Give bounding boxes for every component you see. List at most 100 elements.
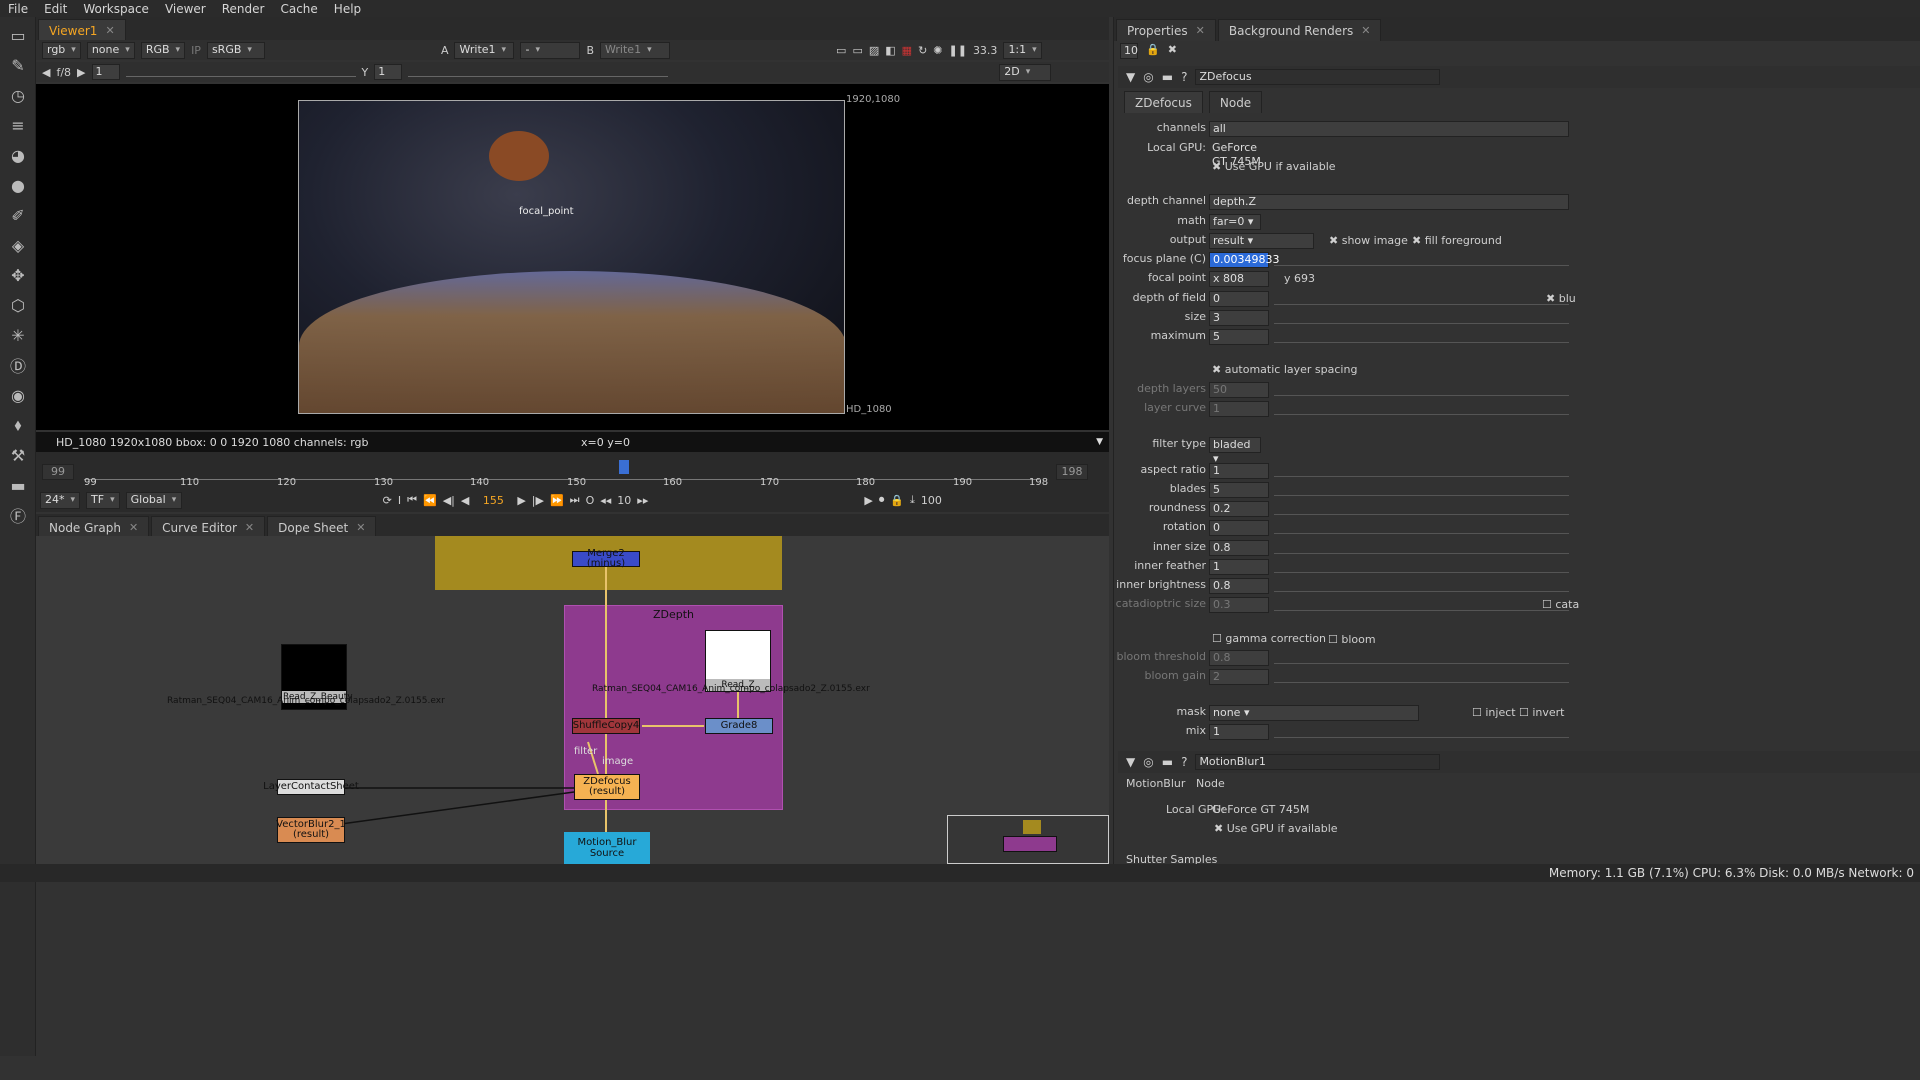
tab-node-graph[interactable]: Node Graph ✕	[38, 516, 150, 538]
fstop-left-icon[interactable]: ◀	[42, 66, 50, 79]
tab-zdefocus[interactable]: ZDefocus	[1124, 91, 1203, 113]
in-point-button[interactable]: I	[398, 494, 401, 507]
knob-slider[interactable]	[1274, 652, 1569, 664]
focal-point-label[interactable]: focal_point	[519, 206, 574, 217]
show-image-checkbox[interactable]: ✖ show image	[1329, 234, 1408, 247]
node-color-icon[interactable]: ▬	[1162, 70, 1173, 84]
focal-point-y[interactable]: y 693	[1284, 272, 1315, 285]
step-forward-icon[interactable]: ▸▸	[637, 494, 648, 507]
a-input-dropdown[interactable]: Write1	[454, 41, 515, 59]
knob-value[interactable]: 0.2	[1209, 501, 1269, 517]
node-zdefocus[interactable]: ZDefocus (result)	[574, 774, 640, 800]
toolsets-icon[interactable]: ⚒	[6, 443, 30, 467]
timeline-start[interactable]: 99	[42, 464, 74, 480]
knob-value[interactable]: 0.8	[1209, 578, 1269, 594]
prev-key-icon[interactable]: ⏪	[423, 494, 437, 507]
flipbook-icon[interactable]: ▶	[864, 494, 872, 507]
rgb-mode-dropdown[interactable]: RGB	[140, 41, 186, 59]
channel-icon[interactable]: ≡	[6, 113, 30, 137]
knob-slider[interactable]	[1274, 599, 1569, 611]
knob-value[interactable]: bladed ▾	[1209, 437, 1261, 465]
node-layer-contact-sheet[interactable]: LayerContactSheet	[263, 779, 359, 795]
clear-panels-icon[interactable]: ✖	[1168, 43, 1177, 59]
knob-slider[interactable]	[1274, 580, 1569, 592]
knob-slider[interactable]	[1274, 503, 1569, 515]
knob-value[interactable]: x 808	[1209, 271, 1269, 287]
knob-value[interactable]: result ▾	[1209, 233, 1314, 249]
close-icon[interactable]: ✕	[1196, 24, 1205, 37]
knob-value[interactable]: none ▾	[1209, 705, 1419, 721]
knob-value[interactable]: 3	[1209, 310, 1269, 326]
color-icon[interactable]: ◕	[6, 143, 30, 167]
knob-slider[interactable]	[1274, 542, 1569, 554]
blur-checkbox[interactable]: ✖ blu	[1546, 292, 1576, 305]
node-grade8[interactable]: Grade8	[705, 718, 773, 734]
fstop-value[interactable]: f/8	[56, 66, 71, 79]
next-key-icon[interactable]: ⏩	[550, 494, 564, 507]
lut-dropdown[interactable]: sRGB	[206, 41, 265, 59]
zoom-value[interactable]: 33.3	[973, 44, 998, 57]
node-graph[interactable]: ZDepth Merge2 (minus) Read_Z_Beauty Ratm…	[36, 536, 1109, 864]
motionblur-use-gpu-checkbox[interactable]: ✖ Use GPU if available	[1214, 822, 1338, 835]
furnace-icon[interactable]: Ⓕ	[6, 503, 30, 527]
node-color-icon[interactable]: ▬	[1162, 755, 1173, 769]
collapse-icon[interactable]: ▼	[1126, 70, 1135, 84]
node-name-field[interactable]: ZDefocus	[1195, 69, 1441, 85]
close-icon[interactable]: ✕	[1361, 24, 1370, 37]
menu-cache[interactable]: Cache	[272, 2, 325, 16]
knob-slider[interactable]	[1274, 484, 1569, 496]
view-mode-dropdown[interactable]: 2D	[999, 63, 1052, 81]
gpu-icon[interactable]: ✺	[933, 44, 942, 57]
lock-icon[interactable]: 🔒	[890, 494, 904, 507]
help-icon[interactable]: ?	[1181, 70, 1187, 84]
knob-value[interactable]: 2	[1209, 669, 1269, 685]
knob-value[interactable]: 0.00349833	[1209, 252, 1279, 268]
menu-render[interactable]: Render	[214, 2, 273, 16]
gain-slider[interactable]	[125, 67, 356, 77]
merge-icon[interactable]: ◈	[6, 233, 30, 257]
step-value[interactable]: 10	[617, 494, 631, 507]
play-forward-icon[interactable]: ▶	[517, 494, 525, 507]
gain-field[interactable]: 1	[91, 64, 120, 80]
knob-value[interactable]: 5	[1209, 482, 1269, 498]
tab-background-renders[interactable]: Background Renders ✕	[1217, 19, 1382, 41]
tab-dope-sheet[interactable]: Dope Sheet ✕	[267, 516, 377, 538]
knob-value[interactable]: 0	[1209, 520, 1269, 536]
tab-motionblur-node[interactable]: Node	[1196, 777, 1225, 790]
draw-icon[interactable]: ✎	[6, 53, 30, 77]
knob-slider[interactable]	[1274, 671, 1569, 683]
time-icon[interactable]: ◷	[6, 83, 30, 107]
knob-value[interactable]: 1	[1209, 401, 1269, 417]
backdrop-motion-blur[interactable]: Motion_Blur Source	[564, 832, 650, 864]
keyer-icon[interactable]: ✐	[6, 203, 30, 227]
knob-checkbox[interactable]: ✖ automatic layer spacing	[1212, 363, 1357, 376]
node-read-z[interactable]: Read_Z	[705, 630, 771, 692]
gamma-slider[interactable]	[408, 67, 669, 77]
menu-viewer[interactable]: Viewer	[157, 2, 214, 16]
close-icon[interactable]: ✕	[129, 521, 138, 534]
tab-viewer1[interactable]: Viewer1 ✕	[38, 19, 126, 41]
lock-icon[interactable]: 🔒	[1146, 43, 1160, 59]
playback-range[interactable]: 100	[921, 494, 942, 507]
gamma-field[interactable]: 1	[374, 64, 403, 80]
overlay-icon[interactable]: ◧	[885, 44, 895, 57]
loop-icon[interactable]: ⟳	[383, 494, 392, 507]
menu-help[interactable]: Help	[326, 2, 369, 16]
playhead[interactable]	[619, 460, 629, 474]
knob-value[interactable]: far=0 ▾	[1209, 214, 1261, 230]
motionblur-name-field[interactable]: MotionBlur1	[1195, 754, 1441, 770]
next-frame-icon[interactable]: |▶	[532, 494, 544, 507]
knob-value[interactable]: 0.3	[1209, 597, 1269, 613]
channels-dropdown[interactable]: rgb	[42, 41, 81, 59]
bloom-checkbox[interactable]: ☐ bloom	[1328, 633, 1376, 646]
timeline-end[interactable]: 198	[1056, 464, 1088, 480]
knob-value[interactable]: all	[1209, 121, 1569, 137]
knob-checkbox[interactable]: ✖ Use GPU if available	[1212, 160, 1336, 173]
play-backward-icon[interactable]: ◀	[461, 494, 469, 507]
last-frame-icon[interactable]: ⏭	[570, 493, 580, 507]
knob-slider[interactable]	[1274, 561, 1569, 573]
node-merge2[interactable]: Merge2 (minus)	[572, 549, 640, 569]
knob-slider[interactable]	[1274, 254, 1569, 266]
record-icon[interactable]: ⏺	[879, 493, 885, 507]
viewer-icon[interactable]: ◎	[1143, 70, 1153, 84]
